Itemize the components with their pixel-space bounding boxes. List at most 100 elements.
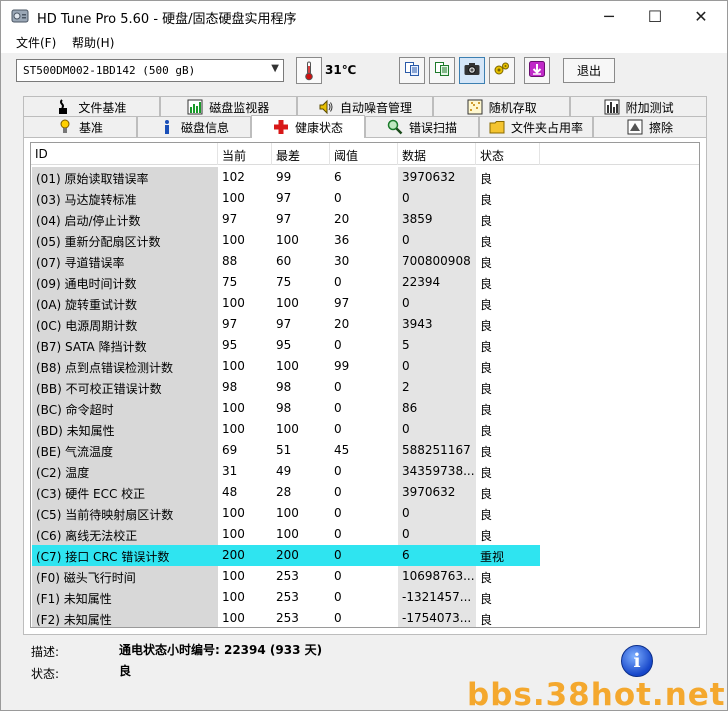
maximize-button[interactable]: ☐ [632, 1, 678, 31]
info-button[interactable]: i [621, 645, 653, 677]
copy-all-button[interactable] [429, 57, 455, 84]
cell-worst: 253 [272, 608, 330, 627]
toolbar: ST500DM002-1BD142 (500 gB) ▼ 31℃ 退出 [1, 53, 727, 91]
tab-folder-usage[interactable]: 文件夹占用率 [479, 116, 593, 137]
close-button[interactable]: ✕ [678, 1, 724, 31]
tab-health[interactable]: 健康状态 [251, 115, 365, 138]
cell-data: 10698763... [398, 566, 476, 587]
cell-data: 86 [398, 398, 476, 419]
cell-status: 良 [476, 230, 540, 251]
table-row[interactable]: (C5) 当前待映射扇区计数 100 100 0 0 良 [31, 503, 699, 524]
table-row[interactable]: (B8) 点到点错误检测计数 100 100 99 0 良 [31, 356, 699, 377]
menu-help[interactable]: 帮助(H) [72, 34, 114, 51]
cell-data: 588251167 [398, 440, 476, 461]
cell-status: 良 [476, 314, 540, 335]
cell-threshold: 0 [330, 335, 398, 356]
tab-label: 随机存取 [488, 100, 537, 115]
cell-worst: 51 [272, 440, 330, 461]
file-benchmark-icon [56, 99, 72, 115]
cell-threshold: 36 [330, 230, 398, 251]
minimize-button[interactable]: ─ [586, 1, 632, 31]
options-button[interactable] [489, 57, 515, 84]
cell-current: 100 [218, 230, 272, 251]
table-row[interactable]: (F1) 未知属性 100 253 0 -1321457... 良 [31, 587, 699, 608]
tab-benchmark[interactable]: 基准 [23, 116, 137, 137]
hdtune-app-icon [11, 8, 29, 24]
table-row[interactable]: (C7) 接口 CRC 错误计数 200 200 0 6 重视 [31, 545, 699, 566]
column-header-id[interactable]: ID [31, 143, 218, 165]
table-row[interactable]: (01) 原始读取错误率 102 99 6 3970632 良 [31, 167, 699, 188]
tab-disk-monitor[interactable]: 磁盘监视器 [159, 96, 297, 117]
tab-extra-tests[interactable]: 附加测试 [570, 96, 707, 117]
tab-disk-info[interactable]: 磁盘信息 [137, 116, 251, 137]
copy-button[interactable] [399, 57, 425, 84]
cell-worst: 100 [272, 230, 330, 251]
table-row[interactable]: (F0) 磁头飞行时间 100 253 0 10698763... 良 [31, 566, 699, 587]
table-row[interactable]: (09) 通电时间计数 75 75 0 22394 良 [31, 272, 699, 293]
cell-id: (01) 原始读取错误率 [32, 167, 218, 188]
table-row[interactable]: (F2) 未知属性 100 253 0 -1754073... 良 [31, 608, 699, 627]
screenshot-button[interactable] [459, 57, 485, 84]
cell-worst: 28 [272, 482, 330, 503]
smart-table[interactable]: ID 当前 最差 阈值 数据 状态 (01) 原始读取错误率 102 99 6 3970… [30, 142, 700, 628]
table-row[interactable]: (C6) 离线无法校正 100 100 0 0 良 [31, 524, 699, 545]
cell-status: 良 [476, 524, 540, 545]
table-row[interactable]: (BE) 气流温度 69 51 45 588251167 良 [31, 440, 699, 461]
tab-label: 健康状态 [294, 120, 343, 135]
column-header-worst[interactable]: 最差 [272, 143, 330, 165]
random-access-icon [467, 99, 483, 115]
column-header-current[interactable]: 当前 [218, 143, 272, 165]
cell-id: (BB) 不可校正错误计数 [32, 377, 218, 398]
options-icon [493, 61, 511, 80]
table-row[interactable]: (03) 马达旋转标准 100 97 0 0 良 [31, 188, 699, 209]
cell-worst: 49 [272, 461, 330, 482]
tab-file-benchmark[interactable]: 文件基准 [23, 96, 160, 117]
cell-current: 88 [218, 251, 272, 272]
cell-status: 重视 [476, 545, 540, 566]
cell-threshold: 20 [330, 209, 398, 230]
drive-select[interactable]: ST500DM002-1BD142 (500 gB) ▼ [16, 59, 284, 82]
table-row[interactable]: (04) 启动/停止计数 97 97 20 3859 良 [31, 209, 699, 230]
cell-id: (C5) 当前待映射扇区计数 [32, 503, 218, 524]
tab-random-access[interactable]: 随机存取 [433, 96, 571, 117]
cell-id: (C7) 接口 CRC 错误计数 [32, 545, 218, 566]
drive-select-value: ST500DM002-1BD142 (500 gB) [23, 64, 196, 77]
table-row[interactable]: (B7) SATA 降挡计数 95 95 0 5 良 [31, 335, 699, 356]
tab-aam[interactable]: 自动噪音管理 [296, 96, 434, 117]
cell-current: 31 [218, 461, 272, 482]
exit-button[interactable]: 退出 [563, 58, 615, 83]
tab-error-scan[interactable]: 错误扫描 [365, 116, 479, 137]
menu-file[interactable]: 文件(F) [16, 34, 56, 51]
tab-erase[interactable]: 擦除 [593, 116, 707, 137]
cell-worst: 100 [272, 356, 330, 377]
menu-bar: 文件(F) 帮助(H) [1, 31, 727, 53]
cell-worst: 100 [272, 419, 330, 440]
column-header-data[interactable]: 数据 [398, 143, 476, 165]
cell-status: 良 [476, 398, 540, 419]
column-header-threshold[interactable]: 阈值 [330, 143, 398, 165]
table-row[interactable]: (0A) 旋转重试计数 100 100 97 0 良 [31, 293, 699, 314]
table-row[interactable]: (0C) 电源周期计数 97 97 20 3943 良 [31, 314, 699, 335]
table-row[interactable]: (07) 寻道错误率 88 60 30 700800908 良 [31, 251, 699, 272]
cell-data: 3859 [398, 209, 476, 230]
download-icon [528, 60, 546, 81]
table-row[interactable]: (C2) 温度 31 49 0 34359738... 良 [31, 461, 699, 482]
cell-current: 100 [218, 398, 272, 419]
table-row[interactable]: (05) 重新分配扇区计数 100 100 36 0 良 [31, 230, 699, 251]
cell-worst: 200 [272, 545, 330, 566]
cell-threshold: 30 [330, 251, 398, 272]
table-row[interactable]: (C3) 硬件 ECC 校正 48 28 0 3970632 良 [31, 482, 699, 503]
cell-worst: 100 [272, 524, 330, 545]
save-button[interactable] [524, 57, 550, 84]
table-row[interactable]: (BC) 命令超时 100 98 0 86 良 [31, 398, 699, 419]
table-row[interactable]: (BD) 未知属性 100 100 0 0 良 [31, 419, 699, 440]
cell-current: 100 [218, 188, 272, 209]
cell-worst: 97 [272, 188, 330, 209]
close-icon: ✕ [694, 6, 708, 26]
cell-status: 良 [476, 356, 540, 377]
cell-current: 100 [218, 566, 272, 587]
column-header-status[interactable]: 状态 [476, 143, 540, 165]
cell-worst: 100 [272, 293, 330, 314]
info-icon [159, 119, 175, 135]
table-row[interactable]: (BB) 不可校正错误计数 98 98 0 2 良 [31, 377, 699, 398]
